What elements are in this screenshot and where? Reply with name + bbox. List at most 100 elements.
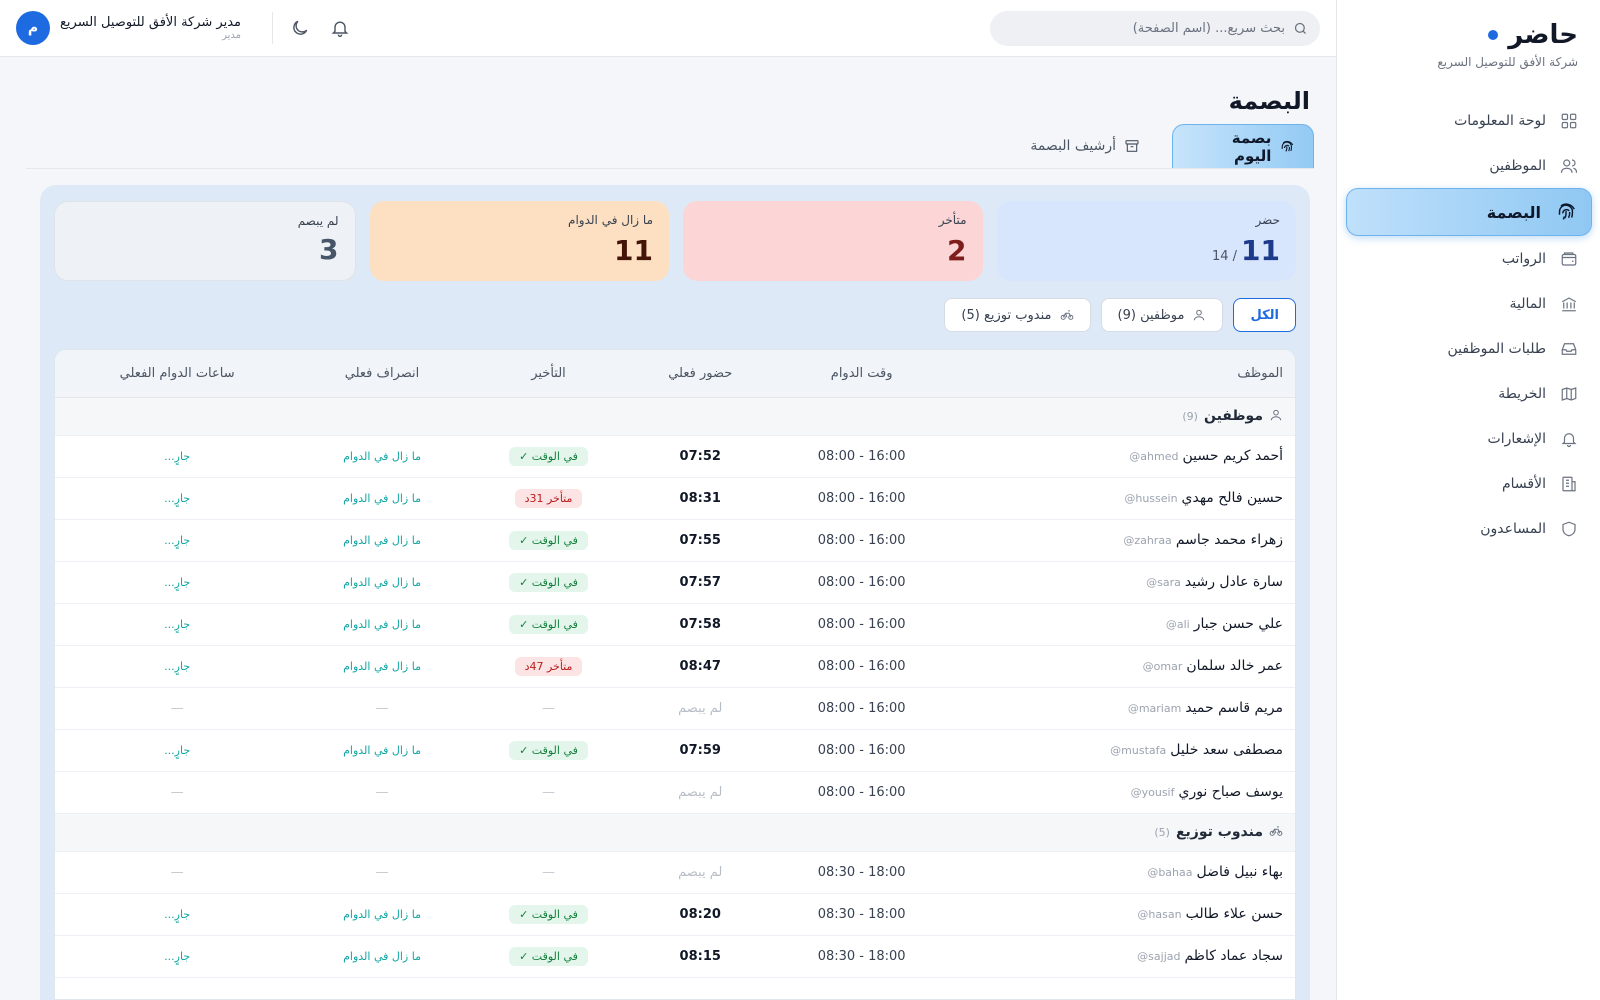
table-group-row[interactable]: مندوب توزيع (5) — [55, 813, 1295, 852]
employee-name: مريم قاسم حميد — [1185, 700, 1283, 716]
sidebar-item-label: الرواتب — [1501, 250, 1546, 267]
employee-name: علي حسن جبار — [1193, 616, 1283, 632]
tabs: بصمة اليوم أرشيف البصمة — [26, 124, 1314, 169]
col-delay[interactable]: التأخير — [464, 350, 633, 398]
delay-empty: — — [541, 700, 555, 716]
sidebar-item-label: المالية — [1509, 295, 1546, 312]
employee-cell: أحمد كريم حسين@ahmed — [955, 435, 1295, 478]
col-checkin[interactable]: حضور فعلي — [632, 350, 769, 398]
stat-number: 11 — [1241, 234, 1280, 267]
delay-cell: — — [464, 687, 633, 730]
table-row[interactable]: أحمد كريم حسين@ahmed 08:00 - 16:00 07:52 في… — [55, 435, 1295, 478]
filter-label: الكل — [1250, 307, 1279, 323]
table-row[interactable]: زهراء محمد جاسم@zahraa 08:00 - 16:00 07:55… — [55, 519, 1295, 562]
table-row[interactable]: علي حسن جبار@ali 08:00 - 16:00 07:58 في الو… — [55, 603, 1295, 646]
sidebar-item-fingerprint[interactable]: البصمة — [1346, 188, 1592, 236]
tab-today-fingerprint[interactable]: بصمة اليوم — [1172, 124, 1314, 168]
checkin-time: 07:59 — [679, 742, 721, 758]
filter-employees[interactable]: موظفين (9) — [1100, 298, 1224, 332]
sidebar-item-map[interactable]: الخريطة — [1336, 371, 1600, 416]
search-box[interactable] — [990, 11, 1320, 46]
delay-badge: متأخر 47د — [514, 656, 583, 676]
delay-cell: — — [464, 851, 633, 894]
work-hours: جارٍ... — [164, 659, 191, 673]
stat-total: / 14 — [1211, 249, 1238, 264]
user-icon — [1270, 409, 1282, 421]
sidebar-item-salaries[interactable]: الرواتب — [1336, 236, 1600, 281]
employee-username: @mariam — [1127, 702, 1182, 715]
table-row[interactable]: حسن علاء طالب@hasan 08:30 - 18:00 08:20 في … — [55, 893, 1295, 936]
tab-fingerprint-archive[interactable]: أرشيف البصمة — [1012, 124, 1158, 168]
employee-cell: عمر خالد سلمان@omar — [955, 645, 1295, 688]
attendance-table-grid: الموظف وقت الدوام حضور فعلي التأخير انصر… — [55, 350, 1295, 978]
table-row[interactable]: يوسف صباح نوري@yousif 08:00 - 16:00 لم يبص… — [55, 771, 1295, 814]
checkin-cell: 07:57 — [632, 561, 769, 604]
filter-all[interactable]: الكل — [1233, 298, 1296, 332]
user-menu[interactable]: مدير شركة الأفق للتوصيل السريع مدير م — [16, 11, 241, 45]
sidebar-item-employees[interactable]: الموظفين — [1336, 143, 1600, 188]
sidebar-item-departments[interactable]: الأقسام — [1336, 461, 1600, 506]
checkout-cell: ما زال في الدوام — [299, 603, 465, 646]
search-icon — [1294, 22, 1306, 34]
avatar[interactable]: م — [16, 11, 50, 45]
employee-name: حسين فالح مهدي — [1181, 490, 1283, 506]
inbox-icon — [1561, 342, 1577, 355]
shift-cell: 08:30 - 18:00 — [768, 851, 955, 894]
checkout-cell: ما زال في الدوام — [299, 935, 465, 978]
employee-name: مصطفى سعد خليل — [1170, 742, 1283, 758]
col-hours[interactable]: ساعات الدوام الفعلي — [55, 350, 300, 398]
employee-name: زهراء محمد جاسم — [1175, 532, 1283, 548]
sidebar: حاضر شركة الأفق للتوصيل السريع لوحة المع… — [1336, 0, 1600, 1000]
work-hours: جارٍ... — [164, 449, 191, 463]
checkout-cell: — — [299, 851, 465, 894]
checkin-time: 08:15 — [679, 948, 721, 964]
table-row[interactable]: حسين فالح مهدي@hussein 08:00 - 16:00 08:31… — [55, 477, 1295, 520]
table-row[interactable]: مصطفى سعد خليل@mustafa 08:00 - 16:00 07:59… — [55, 729, 1295, 772]
brand-logo[interactable]: حاضر — [1488, 20, 1578, 50]
checkin-cell: 08:47 — [632, 645, 769, 688]
table-group-row[interactable]: موظفين (9) — [55, 397, 1295, 436]
table-row[interactable]: سارة عادل رشيد@sara 08:00 - 16:00 07:57 في … — [55, 561, 1295, 604]
sidebar-item-finance[interactable]: المالية — [1336, 281, 1600, 326]
table-row[interactable]: عمر خالد سلمان@omar 08:00 - 16:00 08:47 متأ… — [55, 645, 1295, 688]
shift-time: 08:00 - 16:00 — [817, 574, 906, 590]
hours-cell: — — [55, 771, 300, 814]
table-row[interactable]: بهاء نبيل فاضل@bahaa 08:30 - 18:00 لم يبصم… — [55, 851, 1295, 894]
table-row[interactable]: مريم قاسم حميد@mariam 08:00 - 16:00 لم يبص… — [55, 687, 1295, 730]
sidebar-item-label: لوحة المعلومات — [1454, 112, 1546, 129]
delay-empty: — — [541, 864, 555, 880]
sidebar-item-dashboard[interactable]: لوحة المعلومات — [1336, 98, 1600, 143]
group-cell: موظفين (9) — [55, 397, 1295, 436]
shift-time: 08:00 - 16:00 — [817, 616, 906, 632]
sidebar-item-label: المساعدون — [1480, 520, 1546, 537]
col-employee[interactable]: الموظف — [955, 350, 1295, 398]
fingerprint-icon — [1281, 140, 1294, 152]
sidebar-item-label: البصمة — [1486, 202, 1541, 222]
archive-icon — [1125, 140, 1139, 152]
moon-icon[interactable] — [290, 18, 310, 38]
sidebar-item-label: الموظفين — [1489, 157, 1546, 174]
employee-username: @omar — [1142, 660, 1183, 673]
bell-icon[interactable] — [330, 18, 350, 38]
sidebar-item-notifications[interactable]: الإشعارات — [1336, 416, 1600, 461]
checkin-cell: لم يبصم — [632, 771, 769, 814]
col-shift[interactable]: وقت الدوام — [768, 350, 955, 398]
checkin-time: لم يبصم — [678, 864, 723, 880]
topbar-divider — [272, 12, 273, 44]
stat-value: 3 — [319, 233, 339, 266]
stat-card-not-punched: لم يبصم 3 — [54, 201, 356, 281]
delay-cell: في الوقت ✓ — [464, 893, 633, 936]
building-icon — [1562, 476, 1576, 491]
checkin-cell: 08:15 — [632, 935, 769, 978]
col-checkout[interactable]: انصراف فعلي — [299, 350, 465, 398]
sidebar-item-requests[interactable]: طلبات الموظفين — [1336, 326, 1600, 371]
stat-value: 11 / 14 — [1212, 234, 1280, 267]
sidebar-item-assistants[interactable]: المساعدون — [1336, 506, 1600, 551]
sidebar-nav: لوحة المعلومات الموظفين البصمة الرواتب ا… — [1336, 98, 1600, 551]
search-input[interactable] — [1005, 21, 1285, 36]
delay-cell: في الوقت ✓ — [464, 561, 633, 604]
filter-delivery-agents[interactable]: مندوب توزيع (5) — [944, 298, 1091, 332]
employee-name: أحمد كريم حسين — [1182, 448, 1283, 464]
shift-time: 08:30 - 18:00 — [817, 864, 906, 880]
table-row[interactable]: سجاد عماد كاظم@sajjad 08:30 - 18:00 08:15 ف… — [55, 935, 1295, 978]
